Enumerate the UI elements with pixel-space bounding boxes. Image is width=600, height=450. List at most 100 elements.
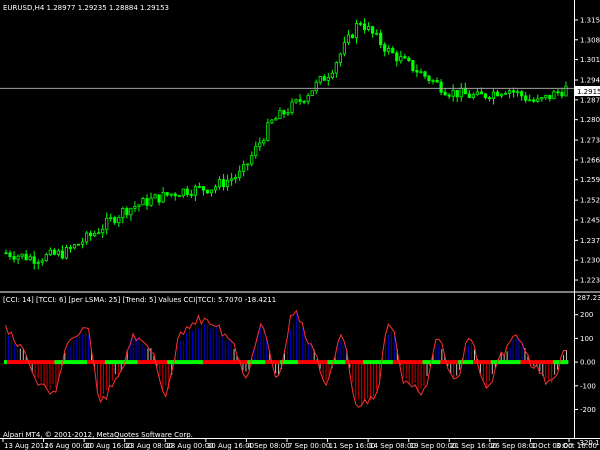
trend-segment	[205, 360, 210, 365]
trend-segment	[283, 360, 287, 365]
trend-segment	[565, 360, 569, 365]
price-tick-label: 1.25930	[580, 176, 600, 184]
candle-body	[395, 52, 399, 62]
trend-segment	[547, 360, 551, 365]
trend-segment	[202, 360, 207, 365]
symbol-header: EURUSD,H4 1.28977 1.29235 1.28884 1.2915…	[3, 4, 169, 12]
trend-segment	[98, 360, 103, 365]
trend-segment	[6, 360, 11, 365]
trend-segment	[229, 360, 233, 365]
trend-segment	[517, 360, 521, 365]
candle-body	[330, 72, 334, 78]
trend-segment	[265, 360, 269, 365]
candle-body	[411, 60, 415, 71]
trend-segment	[57, 360, 61, 365]
candle-body	[419, 71, 423, 74]
trend-segment	[342, 360, 346, 365]
candle-body	[520, 91, 524, 97]
trend-segment	[119, 360, 124, 365]
candle	[153, 193, 157, 199]
trend-segment	[481, 360, 486, 365]
candle	[310, 90, 314, 96]
candle-body	[310, 90, 314, 96]
candle-body	[483, 93, 488, 99]
time-tick-label: 13 Aug 2012	[4, 442, 49, 450]
candle-body	[36, 261, 40, 264]
candle-body	[362, 23, 367, 30]
trend-segment	[107, 360, 112, 365]
trend-segment	[452, 360, 456, 365]
trend-segment	[220, 360, 224, 365]
trend-segment	[188, 360, 192, 365]
candle-body	[350, 34, 355, 39]
candle-body	[64, 247, 69, 259]
trend-segment	[113, 360, 118, 365]
trend-segment	[140, 360, 144, 365]
price-tick-label: 1.24510	[580, 216, 600, 224]
trend-segment	[176, 360, 180, 365]
candle-body	[197, 186, 201, 188]
candle-body	[302, 100, 306, 103]
candle-body	[447, 94, 451, 97]
indicator-top-value: 287.2375	[577, 294, 600, 302]
trend-segment	[244, 360, 248, 365]
trend-segment	[312, 360, 316, 365]
candle-body	[475, 91, 479, 96]
candle-body	[512, 90, 516, 93]
trend-segment	[96, 360, 100, 365]
price-tick-label: 1.26630	[580, 156, 600, 164]
candle-body	[121, 208, 125, 218]
price-tick-label: 1.30870	[580, 36, 600, 44]
candle-body	[471, 94, 475, 98]
candle-body	[72, 244, 77, 249]
mt4-chart[interactable]: EURUSD,H4 1.28977 1.29235 1.28884 1.2915…	[0, 0, 600, 450]
trend-segment	[378, 360, 382, 365]
candle-body	[141, 198, 145, 206]
candle-body	[503, 92, 508, 95]
candle-body	[84, 232, 89, 243]
trend-segment	[51, 360, 55, 365]
trend-segment	[87, 360, 91, 365]
trend-segment	[339, 360, 343, 365]
cci-tick-label: 200	[580, 311, 593, 319]
candle-body	[185, 188, 189, 195]
candle-body	[137, 204, 141, 207]
candle-body	[258, 142, 262, 147]
trend-segment	[321, 360, 325, 365]
trend-segment	[110, 360, 115, 365]
candle-body	[242, 164, 246, 172]
trend-segment	[440, 360, 444, 365]
candle-body	[463, 87, 467, 95]
candle-body	[528, 99, 532, 102]
candle-body	[540, 97, 544, 100]
candle-body	[234, 177, 238, 180]
candle-body	[125, 208, 129, 216]
trend-segment	[303, 360, 308, 365]
candle-body	[334, 62, 338, 74]
trend-segment	[226, 360, 230, 365]
candle-body	[93, 232, 97, 237]
price-tick-label: 1.22390	[580, 277, 600, 285]
candle-body	[80, 241, 85, 245]
candle-body	[383, 44, 387, 52]
trend-segment	[42, 360, 46, 365]
trend-segment	[291, 360, 296, 365]
trend-segment	[128, 360, 132, 365]
candle-body	[157, 194, 161, 203]
trend-segment	[422, 360, 426, 365]
trend-segment	[404, 360, 409, 365]
candle-body	[282, 110, 286, 115]
candle-body	[246, 163, 250, 166]
trend-segment	[556, 360, 560, 365]
trend-segment	[196, 360, 201, 365]
candle-body	[491, 91, 496, 99]
trend-segment	[125, 360, 129, 365]
trend-segment	[199, 360, 204, 365]
candle-body	[536, 98, 540, 102]
trend-segment	[232, 360, 236, 365]
trend-segment	[191, 360, 195, 365]
candle-body	[358, 23, 363, 25]
trend-segment	[81, 360, 85, 365]
candle	[44, 252, 48, 262]
trend-segment	[217, 360, 221, 365]
